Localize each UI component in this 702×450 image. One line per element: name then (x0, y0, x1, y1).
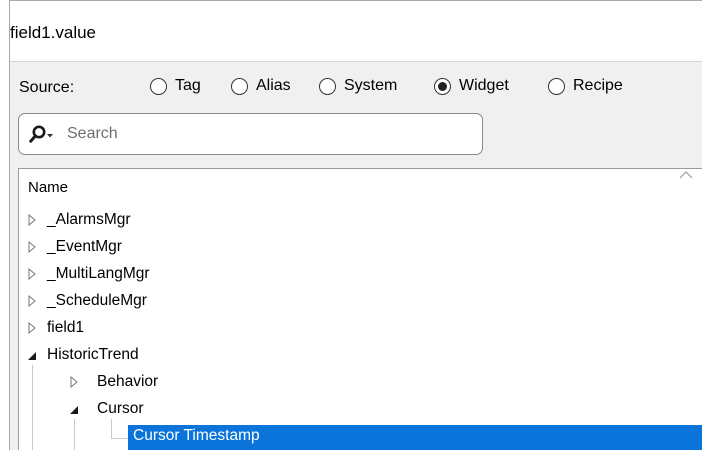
expand-arrow-icon[interactable] (27, 241, 37, 253)
tree-item-multilangmgr[interactable]: _MultiLangMgr (19, 261, 702, 287)
radio-circle-selected[interactable] (434, 77, 451, 95)
collapse-arrow-icon[interactable] (69, 404, 79, 416)
radio-label: System (344, 77, 398, 94)
tree-item-alarmsmgr[interactable]: _AlarmsMgr (19, 207, 702, 233)
tree-item-label: Cursor (97, 400, 144, 417)
expand-arrow-icon[interactable] (27, 322, 37, 334)
search-box[interactable] (18, 113, 483, 155)
radio-circle[interactable] (319, 77, 336, 95)
radio-label: Tag (175, 77, 201, 94)
tree-item-cursor[interactable]: Cursor (19, 396, 702, 422)
radio-label: Recipe (573, 77, 623, 94)
tree-item-label-selected[interactable]: Cursor Timestamp (133, 427, 260, 445)
tree-item-label: _AlarmsMgr (47, 211, 131, 228)
tree-item-label: HistoricTrend (47, 346, 139, 363)
tree-item-label: _EventMgr (47, 238, 122, 255)
tree-item-historictrend[interactable]: HistoricTrend (19, 342, 702, 368)
title-bar (10, 1, 702, 61)
tree-item-label: _MultiLangMgr (47, 265, 150, 282)
column-header-name[interactable]: Name (28, 179, 68, 196)
radio-recipe[interactable]: Recipe (548, 77, 623, 95)
expand-arrow-icon[interactable] (27, 214, 37, 226)
expand-arrow-icon[interactable] (69, 376, 79, 388)
dialog-title: field1.value (10, 23, 97, 42)
tree-item-eventmgr[interactable]: _EventMgr (19, 234, 702, 260)
radio-circle[interactable] (231, 77, 248, 95)
search-icon[interactable] (29, 124, 55, 146)
source-label: Source: (19, 79, 75, 96)
expand-arrow-icon[interactable] (27, 295, 37, 307)
tree-item-label: Behavior (97, 373, 159, 390)
sort-ascending-icon (679, 171, 693, 179)
radio-circle[interactable] (150, 77, 167, 95)
radio-alias[interactable]: Alias (231, 77, 291, 95)
collapse-arrow-icon[interactable] (27, 350, 37, 362)
tree-item-label: _ScheduleMgr (47, 292, 147, 309)
radio-widget[interactable]: Widget (434, 77, 509, 95)
tree-item-label: field1 (47, 319, 85, 336)
radio-system[interactable]: System (319, 77, 397, 95)
expand-arrow-icon[interactable] (27, 268, 37, 280)
tree-item-schedulemgr[interactable]: _ScheduleMgr (19, 288, 702, 314)
tree-item-field1[interactable]: field1 (19, 315, 702, 341)
radio-circle[interactable] (548, 77, 565, 95)
radio-label: Alias (256, 77, 291, 94)
tree-guide-line (111, 438, 129, 439)
tree-view[interactable]: Name _AlarmsMgr _EventMgr _MultiLangMgr … (18, 168, 702, 450)
radio-label: Widget (459, 77, 509, 94)
tree-item-behavior[interactable]: Behavior (19, 369, 702, 395)
radio-tag[interactable]: Tag (150, 77, 201, 95)
search-input[interactable] (67, 123, 467, 145)
radio-dot (438, 81, 447, 91)
tree-guide-line (74, 419, 75, 450)
tree-guide-line (111, 419, 112, 439)
